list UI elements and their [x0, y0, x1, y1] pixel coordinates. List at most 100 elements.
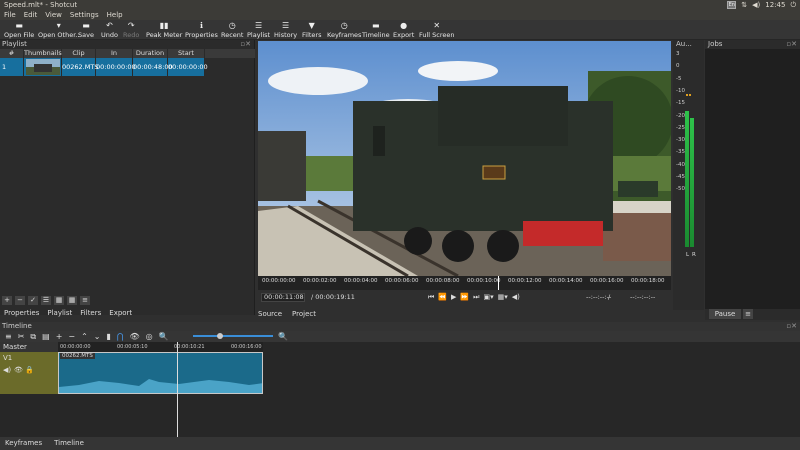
zoom-slider[interactable]	[193, 335, 273, 337]
fast-forward-icon[interactable]: ⏩	[460, 293, 469, 302]
column-header[interactable]: In	[96, 49, 133, 58]
split-icon[interactable]: ▮	[107, 331, 111, 342]
menu-help[interactable]: Help	[107, 10, 123, 20]
copy-icon[interactable]: ⧉	[30, 331, 36, 342]
toggle-zoom-icon[interactable]: ▣▾	[483, 293, 493, 302]
clip-label: 00262.MTS	[60, 353, 95, 359]
tiles-view-icon[interactable]: ▦	[67, 296, 77, 305]
timeline-title-bar: Timeline ▫✕	[0, 322, 800, 331]
lift-icon[interactable]: ⌃	[81, 331, 88, 342]
player-ruler[interactable]: 00:00:00:00 00:00:02:00 00:00:04:00 00:00:0…	[258, 276, 671, 290]
playhead[interactable]	[177, 342, 178, 437]
menu-icon[interactable]: ≡	[80, 296, 90, 305]
playlist-row[interactable]: 1 00262.MTS 00:00:00:00 00:00:48:00 00:0…	[0, 58, 208, 76]
timeline-button[interactable]: ▬ Timeline	[362, 21, 390, 39]
zoom-slider-handle[interactable]	[217, 333, 223, 339]
tab-timeline[interactable]: Timeline	[54, 437, 84, 450]
video-viewer[interactable]	[258, 41, 671, 276]
pause-button[interactable]: Pause	[709, 309, 741, 319]
tab-source[interactable]: Source	[258, 309, 282, 319]
zoom-in-icon[interactable]: 🔍	[278, 331, 288, 342]
ripple-icon[interactable]: ◎	[146, 331, 153, 342]
column-header[interactable]: Clip	[62, 49, 96, 58]
current-time-field[interactable]: 00:00:11:08	[261, 293, 305, 302]
redo-button[interactable]: ↷ Redo	[123, 21, 139, 39]
column-header[interactable]: #	[0, 49, 24, 58]
timeline-ruler[interactable]: 00:00:00:00 00:00:05:10 00:00:10:21 00:00:1…	[58, 342, 263, 352]
tab-keyframes[interactable]: Keyframes	[5, 437, 42, 450]
column-header[interactable]: Start	[168, 49, 205, 58]
menu-settings[interactable]: Settings	[70, 10, 99, 20]
properties-button[interactable]: ℹ Properties	[185, 21, 218, 39]
tab-filters[interactable]: Filters	[80, 308, 101, 318]
recent-button[interactable]: ◷ Recent	[221, 21, 243, 39]
tab-properties[interactable]: Properties	[4, 308, 39, 318]
keyframes-button[interactable]: ◷ Keyframes	[327, 21, 361, 39]
save-button[interactable]: ▬ Save	[78, 21, 94, 39]
player-controls: 00:00:11:08 / 00:00:19:11 ⏮ ⏪ ▶ ⏩ ⏭ ▣▾ ▦…	[258, 292, 671, 303]
menu-edit[interactable]: Edit	[24, 10, 38, 20]
open-other-button[interactable]: ▾ Open Other..	[38, 21, 79, 39]
audio-meter-title: Au...	[676, 40, 692, 48]
snap-icon[interactable]: ⋂	[117, 331, 124, 342]
ripple-delete-icon[interactable]: −	[68, 331, 75, 342]
scrub-icon[interactable]: 👁	[129, 331, 139, 342]
panel-float-close-icon[interactable]: ▫✕	[240, 40, 251, 48]
undo-button[interactable]: ↶ Undo	[101, 21, 118, 39]
rewind-icon[interactable]: ⏪	[438, 293, 447, 302]
ruler-tick-label: 00:00:12:00	[508, 278, 542, 284]
clock[interactable]: 12:45	[765, 1, 785, 9]
zoom-out-icon[interactable]: 🔍	[159, 331, 169, 342]
column-header[interactable]: Duration	[133, 49, 168, 58]
remove-icon[interactable]: −	[15, 296, 25, 305]
power-icon[interactable]: ⏻	[790, 1, 796, 10]
grid-view-icon[interactable]: ▦	[54, 296, 64, 305]
add-icon[interactable]: +	[2, 296, 12, 305]
full-screen-button[interactable]: ✕ Full Screen	[419, 21, 455, 39]
tab-playlist[interactable]: Playlist	[47, 308, 72, 318]
player-playhead[interactable]	[498, 276, 499, 290]
play-icon[interactable]: ▶	[451, 293, 456, 302]
list-view-icon[interactable]: ☰	[41, 296, 51, 305]
mute-icon[interactable]: ◀)	[3, 366, 11, 374]
peak-marker	[689, 94, 691, 96]
keyboard-icon[interactable]: En	[727, 1, 737, 9]
playlist-button[interactable]: ☰ Playlist	[247, 21, 270, 39]
jobs-menu-icon[interactable]: ≡	[743, 309, 753, 319]
skip-previous-icon[interactable]: ⏮	[428, 293, 434, 302]
update-icon[interactable]: ✓	[28, 296, 38, 305]
playlist-toolbar: + − ✓ ☰ ▦ ▦ ≡	[0, 296, 255, 306]
panel-float-close-icon[interactable]: ▫✕	[786, 322, 797, 330]
export-button[interactable]: ● Export	[393, 21, 414, 39]
paste-icon[interactable]: ▤	[42, 331, 50, 342]
hide-icon[interactable]: 👁	[14, 366, 23, 374]
overwrite-icon[interactable]: ⌄	[94, 331, 101, 342]
grid-icon[interactable]: ▦▾	[498, 293, 508, 302]
network-icon[interactable]: ⇅	[741, 1, 747, 9]
column-header[interactable]: Thumbnails	[24, 49, 62, 58]
volume-icon[interactable]: ◀)	[512, 293, 520, 302]
volume-icon[interactable]: ◀)	[752, 1, 760, 9]
timeline-clip[interactable]: 00262.MTS	[58, 352, 263, 394]
history-button[interactable]: ☰ History	[274, 21, 297, 39]
menu-icon[interactable]: ≡	[5, 331, 12, 342]
filters-button[interactable]: ▼ Filters	[302, 21, 321, 39]
tab-project[interactable]: Project	[292, 309, 316, 319]
audio-scale-label: -35	[676, 149, 685, 156]
append-icon[interactable]: +	[56, 331, 63, 342]
audio-scale-label: -50	[676, 186, 685, 193]
tab-export[interactable]: Export	[109, 308, 132, 318]
export-icon: ●	[400, 21, 408, 30]
menu-file[interactable]: File	[4, 10, 16, 20]
open-file-button[interactable]: ▬ Open File	[4, 21, 34, 39]
v1-track-head[interactable]: V1 ◀) 👁 🔒	[0, 352, 58, 394]
ruler-tick-label: 00:00:02:00	[303, 278, 337, 284]
lock-icon[interactable]: 🔒	[25, 366, 34, 374]
peak-meter-button[interactable]: ▮▮ Peak Meter	[146, 21, 182, 39]
cut-icon[interactable]: ✂	[18, 331, 25, 342]
menu-view[interactable]: View	[45, 10, 62, 20]
toolbar-label: Open File	[4, 31, 35, 39]
channel-label: R	[692, 252, 696, 258]
skip-next-icon[interactable]: ⏭	[473, 293, 479, 302]
panel-float-close-icon[interactable]: ▫✕	[786, 40, 797, 48]
